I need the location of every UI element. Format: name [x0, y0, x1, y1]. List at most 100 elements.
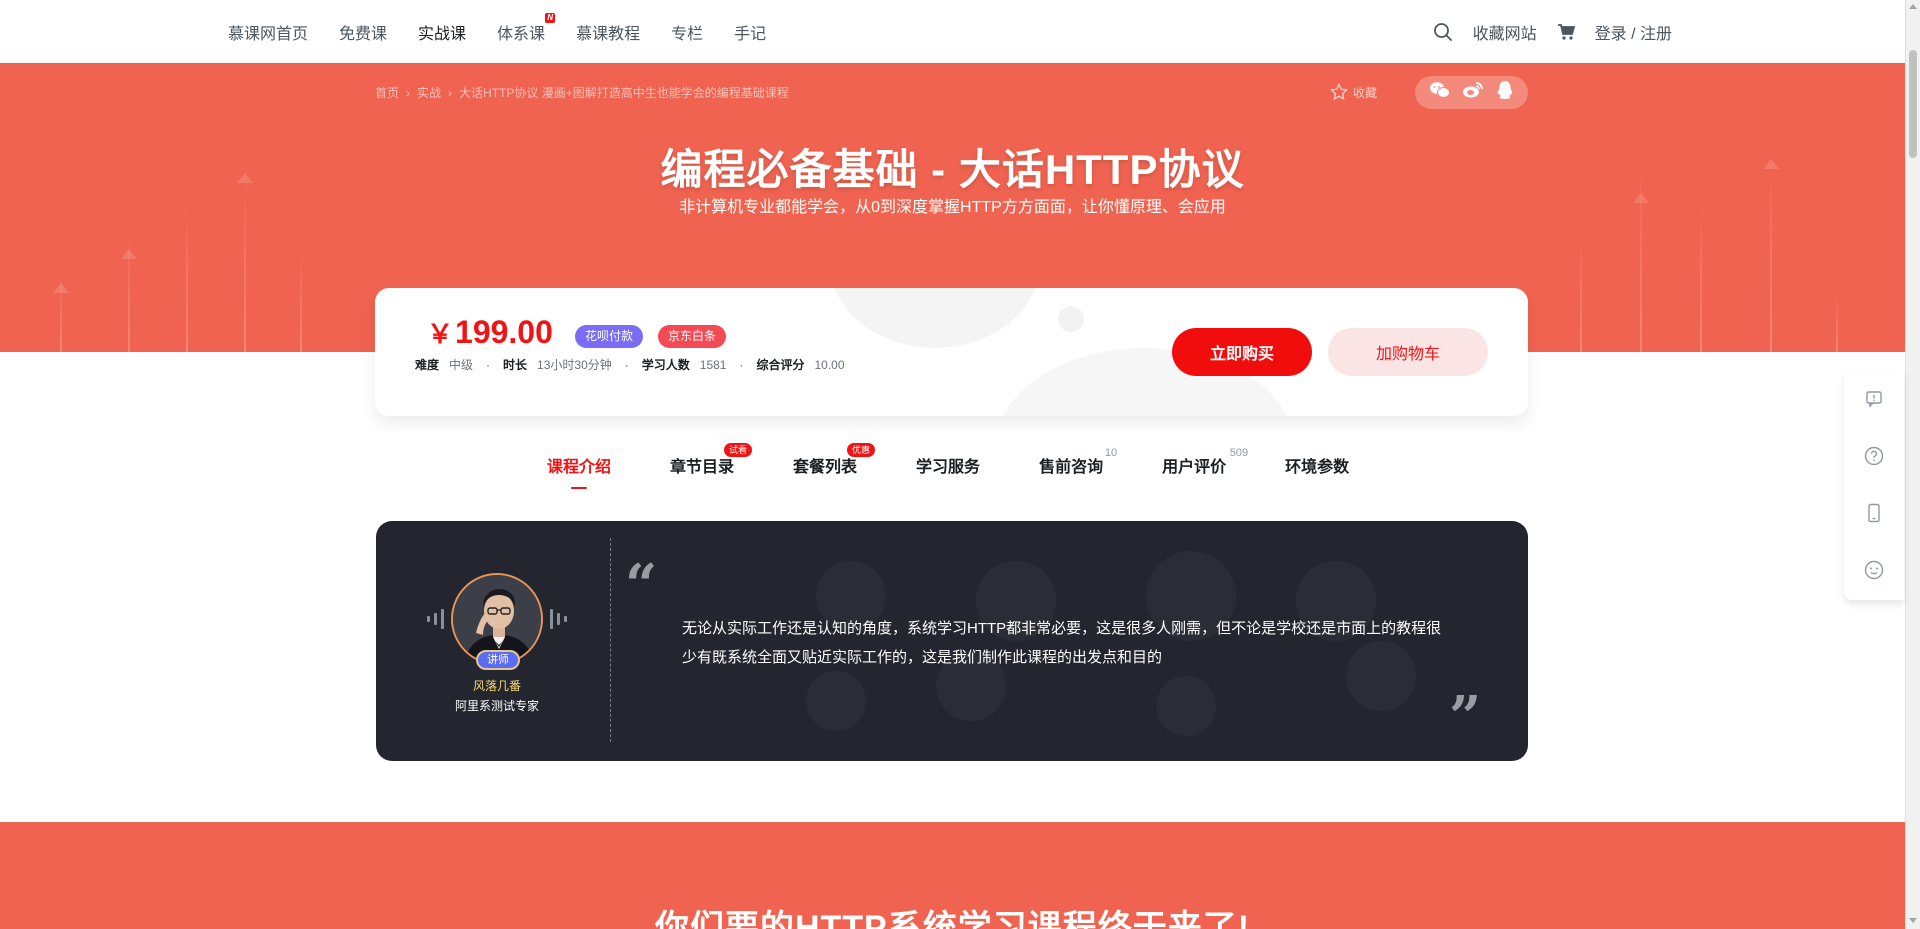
nav-free-course[interactable]: 免费课: [339, 20, 387, 44]
open-quote-icon: “: [625, 552, 658, 618]
consult-count: 10: [1104, 447, 1118, 459]
breadcrumb-home[interactable]: 首页: [375, 84, 399, 101]
tab-label: 学习服务: [916, 459, 981, 476]
course-price: ￥199.00: [427, 314, 553, 351]
hero-decor-arrow: [121, 249, 137, 259]
meta-value: 中级: [449, 358, 474, 372]
weibo-icon[interactable]: [1462, 81, 1484, 104]
tab-label: 售前咨询: [1039, 459, 1104, 476]
tab-learning-services[interactable]: 学习服务: [916, 453, 980, 477]
top-header: 慕课网首页 免费课 实战课 体系课 N 慕课教程 专栏 手记 收藏网站 登录 / …: [0, 0, 1905, 63]
header-actions: 收藏网站 登录 / 注册: [1413, 0, 1672, 63]
scroll-down-arrow-icon[interactable]: [1909, 918, 1917, 923]
mobile-icon[interactable]: [1844, 484, 1904, 541]
currency-symbol: ￥: [427, 319, 454, 349]
teacher-job-title: 阿里系测试专家: [454, 699, 539, 713]
buy-now-button[interactable]: 立即购买: [1172, 328, 1312, 376]
meta-value: 13小时30分钟: [537, 358, 612, 372]
hero-decor-stripe: [1580, 232, 1582, 352]
card-decor-circle: [830, 288, 1040, 348]
review-count: 509: [1229, 447, 1249, 459]
meta-key: 时长: [503, 358, 528, 372]
star-icon: [1330, 83, 1348, 101]
tab-presale-consult[interactable]: 售前咨询 10: [1039, 447, 1117, 477]
tab-environment[interactable]: 环境参数: [1285, 453, 1349, 477]
tab-chapters[interactable]: 章节目录 试看: [670, 443, 753, 477]
section-title: 你们要的HTTP系统学习课程终于来了!: [654, 909, 1251, 929]
trial-badge: 试看: [724, 443, 753, 457]
tab-label: 课程介绍: [547, 459, 612, 476]
nav-practical-course[interactable]: 实战课: [418, 20, 466, 44]
hero-decor-arrow: [53, 283, 69, 293]
jd-baitiao-tag: 京东白条: [658, 325, 727, 348]
scroll-up-arrow-icon[interactable]: [1909, 4, 1917, 9]
meta-value: 1581: [699, 357, 727, 372]
tab-label: 用户评价: [1162, 459, 1227, 476]
decor-bubble: [1156, 676, 1216, 736]
sound-wave-left: [425, 609, 446, 629]
course-title: 编程必备基础 - 大话HTTP协议: [660, 146, 1245, 193]
teacher-badge: 讲师: [476, 650, 520, 670]
tab-packages[interactable]: 套餐列表 优惠: [793, 443, 876, 477]
main-nav: 慕课网首页 免费课 实战课 体系课 N 慕课教程 专栏 手记: [228, 0, 797, 63]
hero-decor-stripe: [1700, 202, 1702, 352]
nav-columns[interactable]: 专栏: [671, 20, 703, 44]
nav-tutorials[interactable]: 慕课教程: [576, 20, 640, 44]
meta-value: 10.00: [814, 357, 845, 372]
price-value: 199.00: [455, 314, 553, 350]
add-to-cart-button[interactable]: 加购物车: [1328, 328, 1488, 376]
breadcrumb-practical[interactable]: 实战: [417, 84, 441, 101]
meta-key: 综合评分: [756, 358, 805, 372]
tab-label: 套餐列表: [793, 459, 858, 476]
help-icon[interactable]: [1844, 427, 1904, 484]
teacher-quote: 无论从实际工作还是认知的角度，系统学习HTTP都非常必要，这是很多人刚需，但不论…: [682, 620, 1442, 666]
tab-label: 章节目录: [670, 459, 735, 476]
side-toolbar: [1844, 370, 1904, 600]
discount-badge: 优惠: [847, 443, 876, 457]
course-highlight-section: 你们要的HTTP系统学习课程终于来了!: [0, 822, 1905, 929]
qq-icon[interactable]: [1496, 80, 1514, 105]
course-tabs: 课程介绍 章节目录 试看 套餐列表 优惠 学习服务 售前咨询 10 用户评价 509 环…: [547, 443, 1408, 489]
meta-key: 难度: [415, 358, 440, 372]
page-scrollbar[interactable]: [1905, 0, 1920, 929]
tab-course-intro[interactable]: 课程介绍: [547, 453, 612, 489]
sound-wave-right: [548, 609, 569, 629]
favorite-site-link[interactable]: 收藏网站: [1473, 20, 1537, 44]
meta-separator: ·: [624, 357, 629, 372]
course-meta: 难度 中级 · 时长 13小时30分钟 · 学习人数 1581 · 综合评分 10.00: [415, 356, 845, 373]
cart-icon[interactable]: [1557, 23, 1575, 41]
tab-user-reviews[interactable]: 用户评价 509: [1162, 447, 1248, 477]
collect-button[interactable]: 收藏: [1330, 83, 1377, 101]
breadcrumb-current: 大话HTTP协议 漫画+图解打造高中生也能学会的编程基础课程: [459, 86, 789, 100]
login-register-link[interactable]: 登录 / 注册: [1595, 20, 1672, 44]
decor-bubble: [806, 671, 866, 731]
course-subtitle: 非计算机专业都能学会，从0到深度掌握HTTP方方面面，让你懂原理、会应用: [679, 199, 1226, 216]
share-bar: [1415, 76, 1528, 109]
teacher-name[interactable]: 风落几番: [376, 677, 618, 694]
teacher-intro: 讲师 风落几番 阿里系测试专家 “ 无论从实际工作还是认知的角度，系统学习HTT…: [376, 521, 1528, 761]
tab-label: 环境参数: [1285, 459, 1350, 476]
nav-system-course[interactable]: 体系课 N: [497, 12, 556, 44]
close-quote-icon: ”: [1449, 684, 1482, 750]
search-icon[interactable]: [1433, 22, 1453, 42]
huabei-payment-tag: 花呗付款: [575, 325, 644, 348]
feedback-icon[interactable]: [1844, 370, 1904, 427]
meta-separator: ·: [739, 357, 744, 372]
divider: [610, 538, 611, 742]
meta-separator: ·: [486, 357, 491, 372]
breadcrumb: 首页 › 实战 › 大话HTTP协议 漫画+图解打造高中生也能学会的编程基础课程: [375, 84, 789, 101]
nav-system-course-label: 体系课: [497, 25, 546, 43]
scrollbar-thumb[interactable]: [1909, 50, 1917, 158]
smile-icon[interactable]: [1844, 541, 1904, 598]
new-badge: N: [545, 12, 556, 23]
nav-home[interactable]: 慕课网首页: [228, 20, 308, 44]
meta-key: 学习人数: [641, 358, 690, 372]
wechat-icon[interactable]: [1429, 81, 1451, 104]
collect-label: 收藏: [1353, 85, 1378, 100]
hero-decor-stripe: [1836, 292, 1838, 352]
hero-decor-stripe: [300, 252, 302, 352]
breadcrumb-chevron-icon: ›: [406, 85, 411, 100]
nav-notes[interactable]: 手记: [734, 20, 766, 44]
breadcrumb-chevron-icon: ›: [448, 85, 453, 100]
course-info-card: ￥199.00 花呗付款 京东白条 难度 中级 · 时长 13小时30分钟 · 学习…: [375, 288, 1528, 416]
